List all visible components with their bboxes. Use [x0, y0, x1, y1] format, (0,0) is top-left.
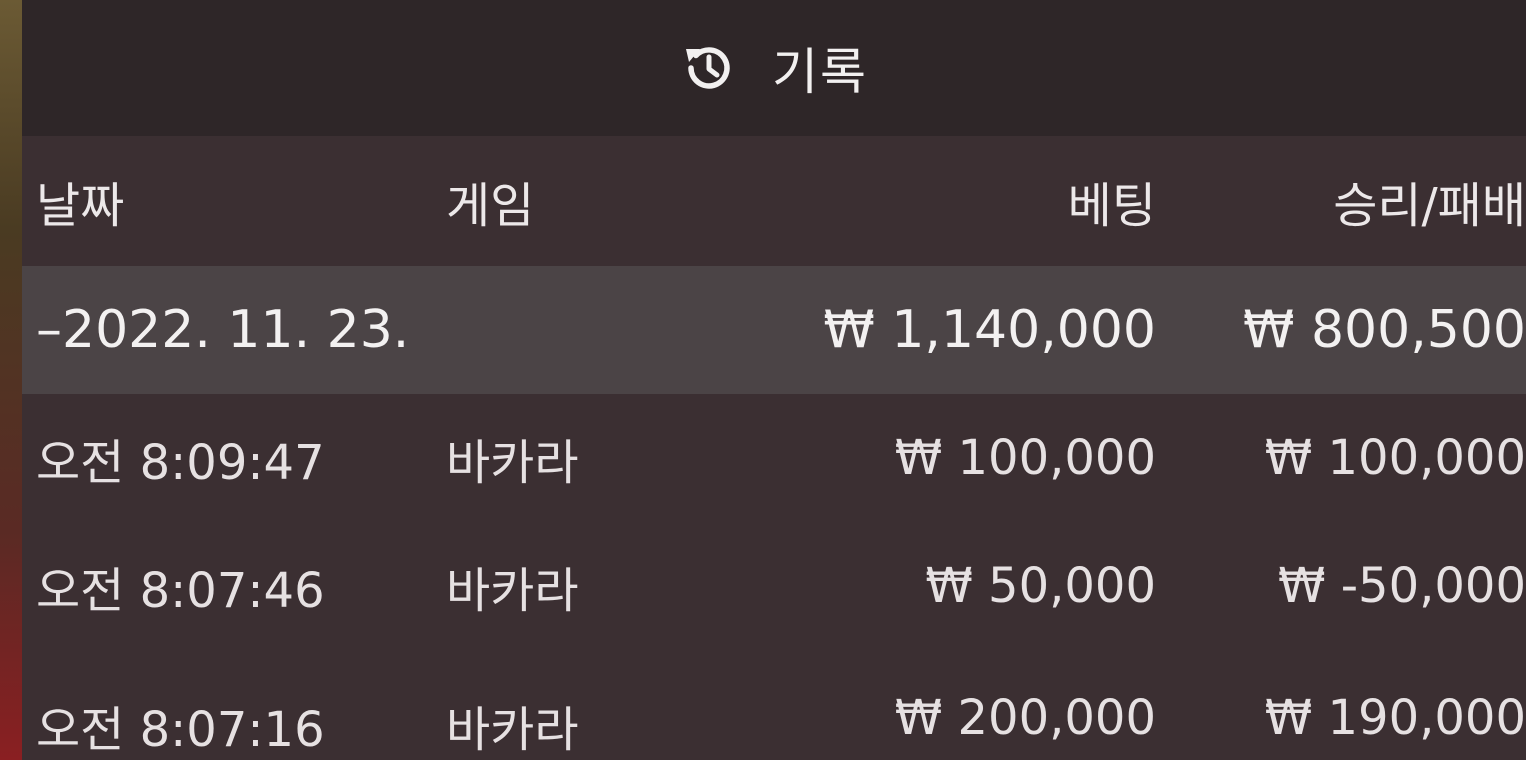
- row-bet: ₩ 50,000: [925, 558, 1156, 614]
- column-header-win-loss[interactable]: 승리/패배: [1333, 136, 1526, 266]
- column-header-bet[interactable]: 베팅: [1068, 136, 1156, 266]
- row-game: 바카라: [446, 563, 579, 619]
- column-header-date[interactable]: 날짜: [36, 136, 124, 266]
- row-time: 오전 8:07:16: [36, 702, 325, 758]
- history-panel: 기록 날짜 게임 베팅 승리/패배 –2022. 11. 23. ₩ 1,140…: [22, 0, 1526, 760]
- group-bet-total: ₩ 1,140,000: [823, 300, 1156, 360]
- row-time: 오전 8:09:47: [36, 435, 325, 491]
- table-row[interactable]: 오전 8:07:16 바카라 ₩ 200,000 ₩ 190,000: [22, 650, 1526, 760]
- table-header: 날짜 게임 베팅 승리/패배: [22, 136, 1526, 266]
- row-game: 바카라: [446, 702, 579, 758]
- date-group-row[interactable]: –2022. 11. 23. ₩ 1,140,000 ₩ 800,500: [22, 266, 1526, 394]
- table-row[interactable]: 오전 8:09:47 바카라 ₩ 100,000 ₩ 100,000: [22, 394, 1526, 522]
- row-win-loss: ₩ 100,000: [1264, 430, 1526, 486]
- background-edge: [0, 0, 22, 760]
- column-header-game[interactable]: 게임: [446, 136, 534, 266]
- row-time: 오전 8:07:46: [36, 563, 325, 619]
- row-win-loss: ₩ -50,000: [1278, 558, 1526, 614]
- history-header: 기록: [22, 0, 1526, 136]
- row-game: 바카라: [446, 435, 579, 491]
- row-bet: ₩ 100,000: [894, 430, 1156, 486]
- page-title: 기록: [772, 43, 868, 101]
- row-win-loss: ₩ 190,000: [1264, 690, 1526, 746]
- row-bet: ₩ 200,000: [894, 690, 1156, 746]
- group-win-loss-total: ₩ 800,500: [1243, 300, 1526, 360]
- group-date: –2022. 11. 23.: [36, 300, 410, 360]
- table-row[interactable]: 오전 8:07:46 바카라 ₩ 50,000 ₩ -50,000: [22, 522, 1526, 650]
- history-icon: [680, 39, 738, 97]
